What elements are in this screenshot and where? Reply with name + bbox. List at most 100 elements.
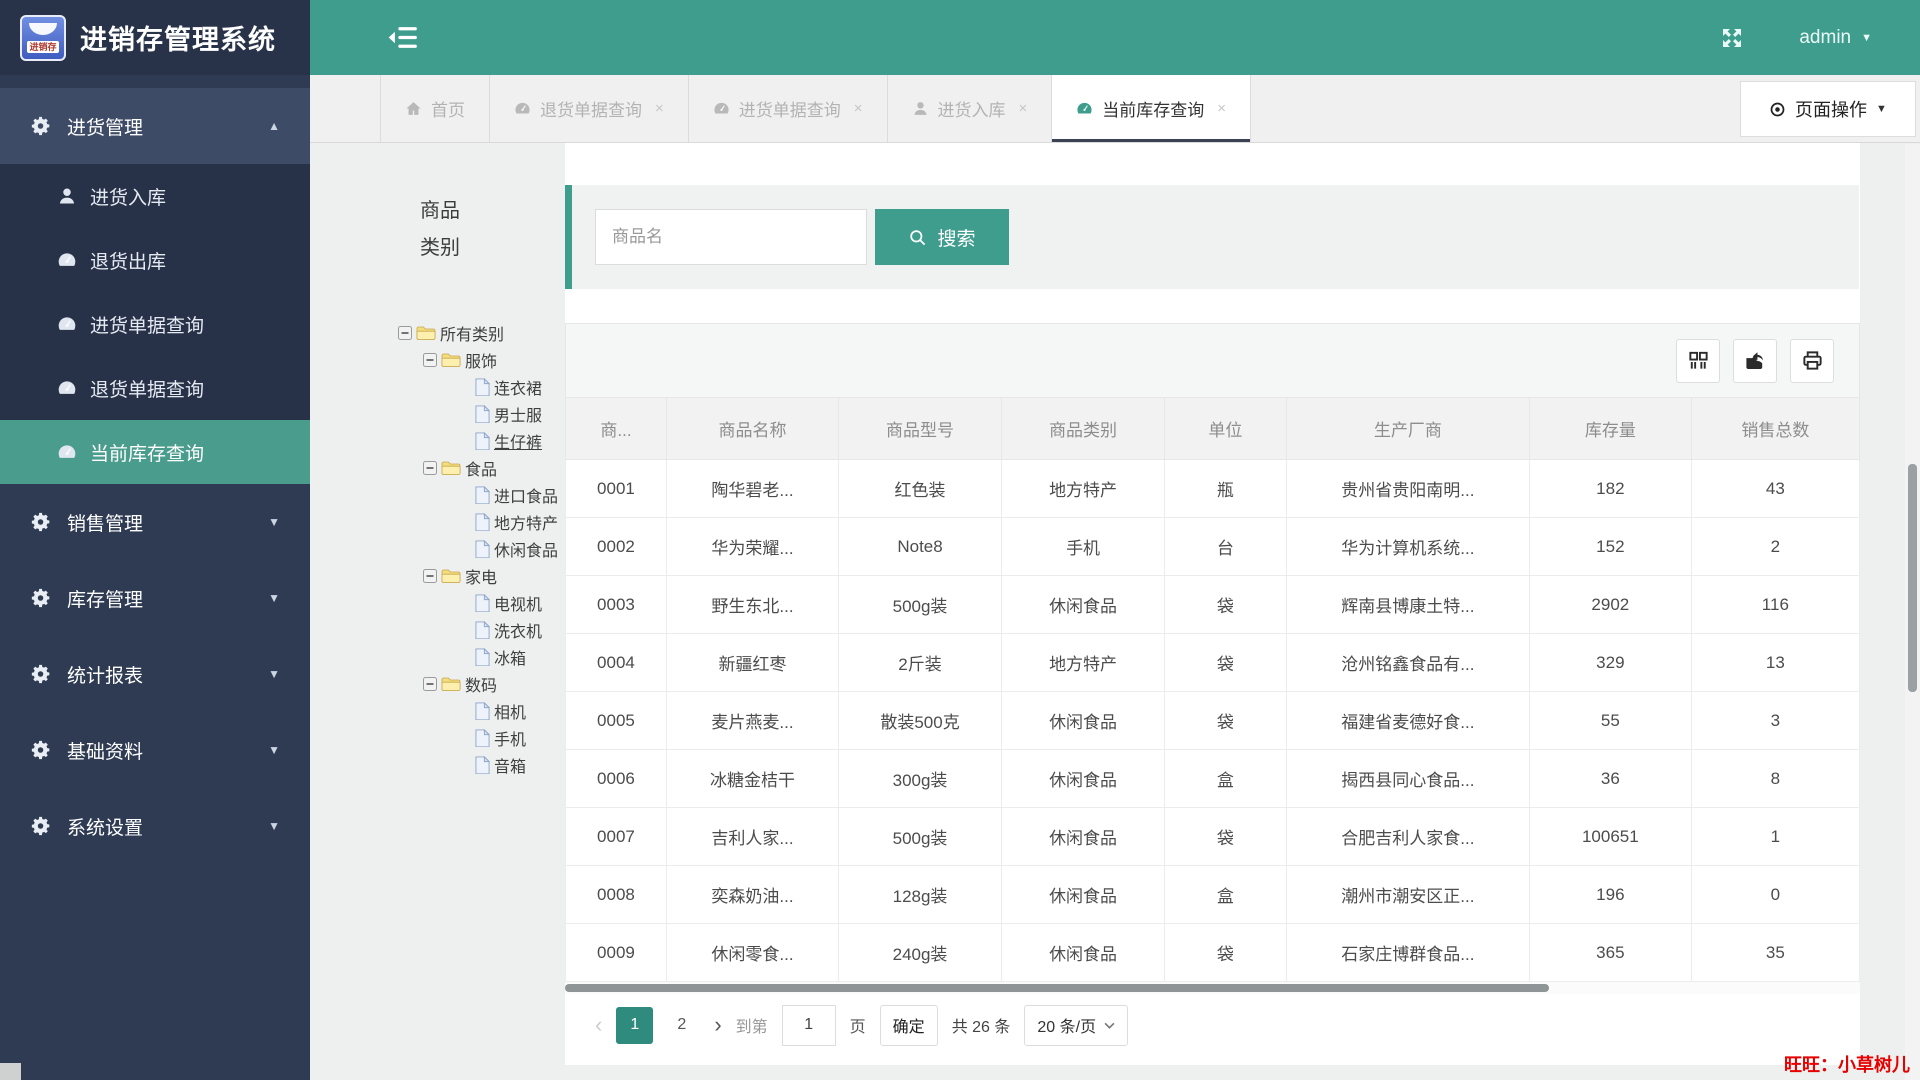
- table-row[interactable]: 0002 华为荣耀... Note8 手机台华为计算机系统... 152 2: [565, 517, 1861, 576]
- hamburger-collapse-icon: [388, 27, 417, 48]
- table-cell: 500g装: [838, 575, 1003, 634]
- search-button[interactable]: 搜索: [875, 209, 1009, 265]
- table-row[interactable]: 0009 休闲零食... 240g装 休闲食品袋石家庄博群食品... 365 35: [565, 923, 1861, 982]
- sidebar-collapse-button[interactable]: [388, 26, 418, 50]
- column-header: 生产厂商: [1285, 397, 1530, 460]
- table-cell: 袋: [1164, 807, 1287, 866]
- tree-node-snack[interactable]: 休闲食品: [310, 535, 565, 562]
- columns-button[interactable]: [1676, 338, 1720, 383]
- product-name-input[interactable]: [595, 209, 867, 265]
- collapse-minus-icon[interactable]: [423, 568, 437, 583]
- gauge-icon: [57, 314, 77, 334]
- column-header: 商品类别: [1001, 397, 1166, 460]
- tree-node-digital[interactable]: 数码: [310, 670, 565, 697]
- goto-confirm-button[interactable]: 确定: [879, 1004, 938, 1046]
- table-cell: 0005: [565, 691, 667, 750]
- collapse-minus-icon[interactable]: [398, 325, 412, 340]
- print-button[interactable]: [1790, 338, 1834, 383]
- tree-node-imported[interactable]: 进口食品: [310, 481, 565, 508]
- table-cell: 冰糖金桔干: [665, 749, 840, 808]
- fullscreen-button[interactable]: [1720, 26, 1744, 50]
- vertical-scrollbar-thumb[interactable]: [1908, 464, 1917, 692]
- sidebar-item-purchase-orders-query[interactable]: 进货单据查询: [0, 292, 310, 356]
- page-size-select[interactable]: 20 条/页: [1024, 1004, 1129, 1046]
- gauge-icon: [514, 100, 531, 117]
- page-actions-button[interactable]: 页面操作 ▼: [1740, 81, 1916, 137]
- tree-node-mens[interactable]: 男士服: [310, 400, 565, 427]
- table-row[interactable]: 0001 陶华碧老... 红色装 地方特产瓶贵州省贵阳南明... 182 43: [565, 459, 1861, 518]
- sidebar-item-purchase-management[interactable]: 进货管理 ▲: [0, 88, 310, 164]
- tree-node-dress[interactable]: 连衣裙: [310, 373, 565, 400]
- username: admin: [1799, 26, 1852, 48]
- export-button[interactable]: [1733, 338, 1777, 383]
- table-cell: 休闲食品: [1001, 691, 1166, 750]
- table-row[interactable]: 0005 麦片燕麦... 散装500克 休闲食品袋福建省麦德好食... 55 3: [565, 691, 1861, 750]
- table-cell: 2: [1690, 517, 1861, 576]
- table-cell: 196: [1528, 865, 1692, 924]
- prev-page-button[interactable]: ‹: [595, 1012, 602, 1038]
- tree-node-camera[interactable]: 相机: [310, 697, 565, 724]
- page-number-1[interactable]: 1: [616, 1006, 654, 1044]
- export-icon: [1744, 349, 1767, 372]
- close-icon[interactable]: ×: [1019, 100, 1028, 117]
- next-page-button[interactable]: ›: [714, 1012, 721, 1038]
- table-cell: 0006: [565, 749, 667, 808]
- tree-node-food[interactable]: 食品: [310, 454, 565, 481]
- close-icon[interactable]: ×: [854, 100, 863, 117]
- vertical-scrollbar[interactable]: [1905, 144, 1920, 1080]
- table-row[interactable]: 0003 野生东北... 500g装 休闲食品袋辉南县博康土特... 2902 116: [565, 575, 1861, 634]
- gears-icon: [30, 663, 52, 685]
- tab-return-orders-query[interactable]: 退货单据查询 ×: [490, 75, 689, 142]
- tab-purchase-orders-query[interactable]: 进货单据查询 ×: [689, 75, 888, 142]
- table-cell: 盒: [1164, 865, 1287, 924]
- sidebar-item-current-stock-query[interactable]: 当前库存查询: [0, 420, 310, 484]
- sidebar-item-sales-management[interactable]: 销售管理 ▼: [0, 484, 310, 560]
- search-bar: 搜索: [565, 185, 1859, 289]
- pagination: ‹ 12 › 到第 页 确定 共 26 条 20 条/页: [565, 994, 1860, 1056]
- horizontal-scrollbar[interactable]: [565, 982, 1860, 994]
- tab-purchase-inbound[interactable]: 进货入库 ×: [888, 75, 1053, 142]
- collapse-minus-icon[interactable]: [423, 352, 437, 367]
- horizontal-scrollbar-thumb[interactable]: [565, 984, 1550, 992]
- sidebar-item-system-settings[interactable]: 系统设置 ▼: [0, 788, 310, 864]
- tree-node-label: 冰箱: [494, 650, 527, 668]
- table-row[interactable]: 0006 冰糖金桔干 300g装 休闲食品盒揭西县同心食品... 36 8: [565, 749, 1861, 808]
- tree-node-label: 男士服: [494, 407, 543, 425]
- close-icon[interactable]: ×: [655, 100, 664, 117]
- table-row[interactable]: 0004 新疆红枣 2斤装 地方特产袋沧州铭鑫食品有... 329 13: [565, 633, 1861, 692]
- tree-node-all-categories[interactable]: 所有类别: [310, 319, 565, 346]
- sidebar-item-return-orders-query[interactable]: 退货单据查询: [0, 356, 310, 420]
- column-header: 销售总数: [1690, 397, 1861, 460]
- sidebar-item-return-outbound[interactable]: 退货出库: [0, 228, 310, 292]
- sidebar-item-report-statistics[interactable]: 统计报表 ▼: [0, 636, 310, 712]
- sidebar-item-stock-management[interactable]: 库存管理 ▼: [0, 560, 310, 636]
- column-header: 商...: [565, 397, 667, 460]
- tree-node-appliance[interactable]: 家电: [310, 562, 565, 589]
- sidebar-item-base-data[interactable]: 基础资料 ▼: [0, 712, 310, 788]
- table-cell: 55: [1528, 691, 1692, 750]
- tree-node-speaker[interactable]: 音箱: [310, 751, 565, 778]
- sidebar-item-purchase-inbound[interactable]: 进货入库: [0, 164, 310, 228]
- tree-node-clothing[interactable]: 服饰: [310, 346, 565, 373]
- collapse-minus-icon[interactable]: [423, 676, 437, 691]
- tree-node-jeans[interactable]: 生仔裤: [310, 427, 565, 454]
- table-row[interactable]: 0008 奕森奶油... 128g装 休闲食品盒潮州市潮安区正... 196 0: [565, 865, 1861, 924]
- tab-home[interactable]: 首页: [380, 75, 490, 142]
- sidebar-item-label: 进货入库: [90, 187, 167, 209]
- table-cell: 袋: [1164, 923, 1287, 982]
- table-cell: 袋: [1164, 575, 1287, 634]
- tab-bar: 首页 退货单据查询 × 进货单据查询 × 进货入库 × 当前库存查询 × 页面操…: [310, 75, 1920, 143]
- close-icon[interactable]: ×: [1217, 100, 1226, 117]
- table-row[interactable]: 0007 吉利人家... 500g装 休闲食品袋合肥吉利人家食... 100651 1: [565, 807, 1861, 866]
- tree-node-fridge[interactable]: 冰箱: [310, 643, 565, 670]
- user-menu[interactable]: admin ▼: [1799, 27, 1872, 49]
- tree-node-washer[interactable]: 洗衣机: [310, 616, 565, 643]
- tree-node-phone[interactable]: 手机: [310, 724, 565, 751]
- tree-node-local-specialty[interactable]: 地方特产: [310, 508, 565, 535]
- page-number-2[interactable]: 2: [663, 1007, 700, 1044]
- goto-page-input[interactable]: [781, 1004, 836, 1046]
- tab-current-stock-query[interactable]: 当前库存查询 ×: [1052, 75, 1252, 142]
- collapse-minus-icon[interactable]: [423, 460, 437, 475]
- tree-node-tv[interactable]: 电视机: [310, 589, 565, 616]
- search-button-label: 搜索: [937, 228, 976, 250]
